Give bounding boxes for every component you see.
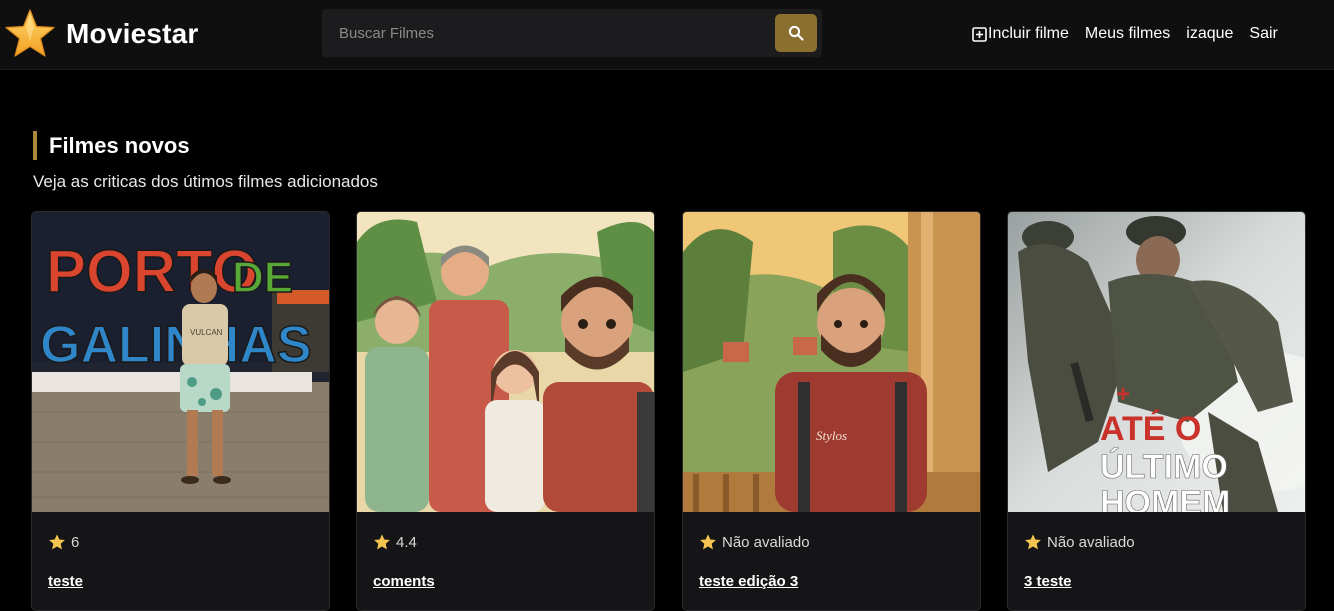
- movie-title-link[interactable]: 3 teste: [1024, 573, 1072, 590]
- nav-my-movies-link[interactable]: Meus filmes: [1085, 25, 1170, 43]
- movie-rating: 6: [48, 532, 79, 552]
- nav-add-movie-link[interactable]: Incluir filme: [972, 25, 1069, 43]
- brand-logo-link[interactable]: Moviestar: [4, 8, 199, 60]
- search-icon: [788, 25, 804, 41]
- poster-text: +: [1116, 381, 1130, 408]
- movie-title-link[interactable]: teste: [48, 573, 83, 590]
- movie-poster[interactable]: PORTO DE GALINHAS VULCAN: [32, 212, 329, 512]
- movie-card[interactable]: Stylos Não avaliado teste edição 3: [682, 211, 981, 611]
- main-nav: Incluir filme Meus filmes izaque Sair: [972, 20, 1278, 48]
- star-icon: [373, 533, 396, 551]
- movie-rating: Não avaliado: [1024, 532, 1135, 552]
- poster-text: ÚLTIMO: [1100, 448, 1228, 486]
- movie-poster[interactable]: Stylos: [683, 212, 980, 512]
- movie-title-link[interactable]: teste edição 3: [699, 573, 798, 590]
- nav-profile-link[interactable]: izaque: [1186, 25, 1233, 43]
- movie-card[interactable]: PORTO DE GALINHAS VULCAN 6 teste: [31, 211, 330, 611]
- movie-card[interactable]: 4.4 coments: [356, 211, 655, 611]
- movie-card[interactable]: + ATÉ O ÚLTIMO HOMEM Não avaliado 3 test…: [1007, 211, 1306, 611]
- movie-rating-value: Não avaliado: [1047, 533, 1135, 551]
- movie-rating-value: 4.4: [396, 533, 417, 551]
- poster-text: VULCAN: [190, 328, 223, 337]
- search-button[interactable]: [775, 14, 817, 52]
- search-form: [322, 9, 822, 57]
- movie-poster[interactable]: + ATÉ O ÚLTIMO HOMEM: [1008, 212, 1305, 512]
- star-icon: [4, 8, 56, 60]
- movie-rating-value: 6: [71, 533, 80, 551]
- poster-text: DE: [232, 253, 293, 302]
- poster-text: HOMEM: [1100, 484, 1230, 512]
- nav-add-movie-label: Incluir filme: [988, 25, 1069, 42]
- poster-text: Stylos: [816, 428, 847, 443]
- movie-rating-value: Não avaliado: [722, 533, 810, 551]
- section-title: Filmes novos: [33, 131, 190, 160]
- brand-name: Moviestar: [66, 18, 199, 49]
- plus-square-icon: [972, 26, 988, 42]
- search-input[interactable]: [322, 9, 772, 57]
- movie-title-link[interactable]: coments: [373, 573, 435, 590]
- header: Moviestar Incluir filme Meus fil: [0, 0, 1334, 70]
- movie-rating: 4.4: [373, 532, 417, 552]
- movie-rating: Não avaliado: [699, 532, 810, 552]
- poster-text: PORTO: [46, 238, 258, 305]
- star-icon: [1024, 533, 1047, 551]
- movie-poster[interactable]: [357, 212, 654, 512]
- section-subtitle: Veja as criticas dos útimos filmes adici…: [33, 172, 378, 191]
- star-icon: [48, 533, 71, 551]
- poster-text: ATÉ O: [1100, 410, 1201, 448]
- poster-text: GALINHAS: [40, 316, 312, 374]
- star-icon: [699, 533, 722, 551]
- nav-logout-link[interactable]: Sair: [1249, 25, 1277, 43]
